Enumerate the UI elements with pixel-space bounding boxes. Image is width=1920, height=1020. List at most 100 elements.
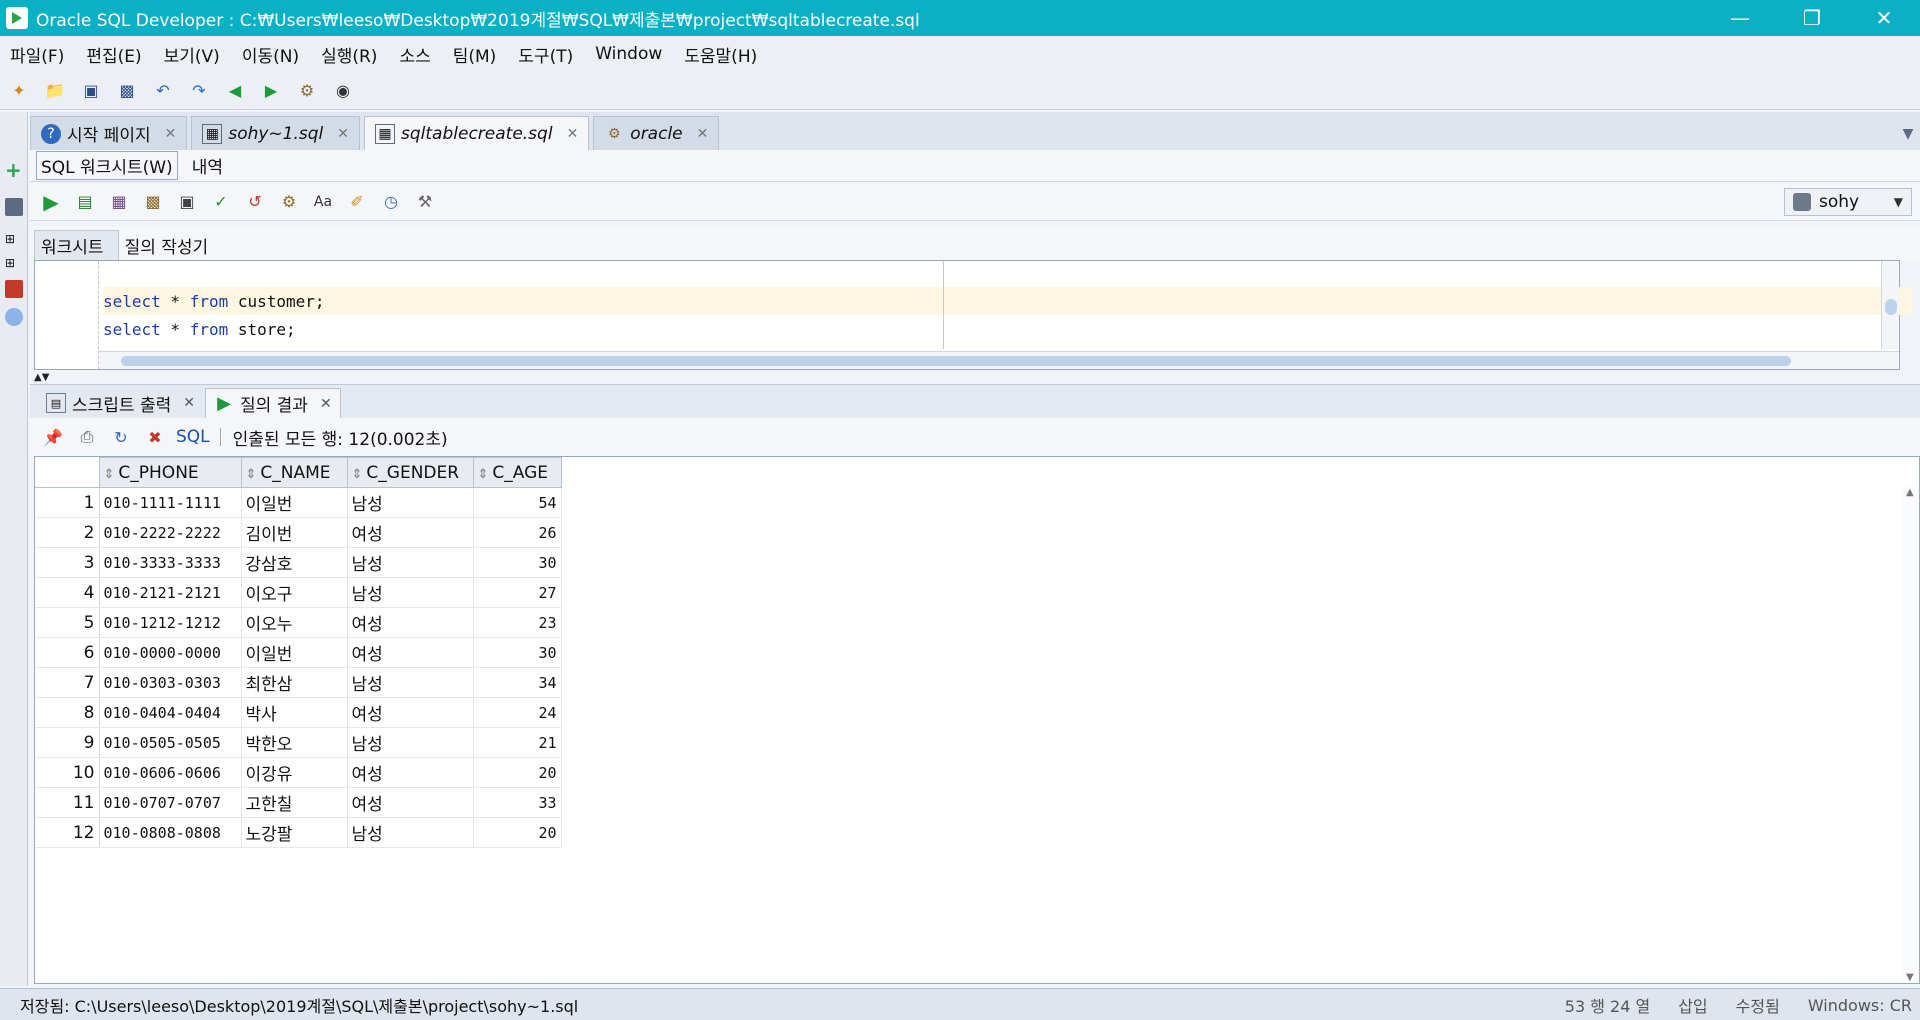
new-file-icon[interactable]: ✦: [6, 78, 32, 104]
table-row[interactable]: 1 010-1111-1111 이일번 남성 54: [35, 487, 562, 518]
cell-c-name[interactable]: 이오구: [241, 577, 348, 608]
cell-c-age[interactable]: 26: [473, 517, 562, 548]
table-row[interactable]: 6 010-0000-0000 이일번 여성 30: [35, 637, 562, 668]
restore-button[interactable]: ❐: [1776, 0, 1848, 36]
table-row[interactable]: 4 010-2121-2121 이오구 남성 27: [35, 577, 562, 608]
print-icon[interactable]: ⎙: [74, 424, 100, 450]
autotrace-icon[interactable]: ▩: [140, 189, 166, 215]
table-row[interactable]: 12 010-0808-0808 노강팔 남성 20: [35, 817, 562, 848]
editor-horizontal-scrollbar[interactable]: [99, 351, 1899, 369]
close-tab-icon[interactable]: ✕: [567, 126, 579, 142]
save-icon[interactable]: ▣: [78, 78, 104, 104]
table-row[interactable]: 7 010-0303-0303 최한삼 남성 34: [35, 667, 562, 698]
cell-c-name[interactable]: 이일번: [241, 637, 348, 668]
close-tab-icon[interactable]: ✕: [183, 395, 195, 411]
menu-view[interactable]: 보기(V): [164, 42, 220, 67]
explain-plan-icon[interactable]: ▦: [106, 189, 132, 215]
forward-icon[interactable]: ▶: [258, 78, 284, 104]
scroll-down-icon[interactable]: ▼: [1906, 972, 1914, 983]
tab-start-page[interactable]: ? 시작 페이지 ✕: [30, 116, 188, 150]
code-line[interactable]: select * from store;: [103, 315, 1913, 343]
cell-c-name[interactable]: 박한오: [241, 727, 348, 758]
close-tab-icon[interactable]: ✕: [165, 126, 177, 142]
cell-c-gender[interactable]: 남성: [347, 577, 474, 608]
pin-icon[interactable]: 📌: [40, 424, 66, 450]
grid-vertical-scrollbar[interactable]: ▲ ▼: [1903, 487, 1919, 983]
cell-c-phone[interactable]: 010-0404-0404: [99, 697, 242, 728]
tab-sqltablecreate-sql[interactable]: ▦ sqltablecreate.sql ✕: [364, 116, 590, 150]
table-row[interactable]: 8 010-0404-0404 박사 여성 24: [35, 697, 562, 728]
redo-icon[interactable]: ↷: [186, 78, 212, 104]
run-statement-icon[interactable]: ▶: [38, 189, 64, 215]
cell-c-gender[interactable]: 남성: [347, 667, 474, 698]
sql-editor[interactable]: select * from customer; select * from st…: [34, 260, 1913, 370]
menu-navigate[interactable]: 이동(N): [242, 42, 299, 67]
cell-c-gender[interactable]: 여성: [347, 697, 474, 728]
back-icon[interactable]: ◀: [222, 78, 248, 104]
table-row[interactable]: 5 010-1212-1212 이오누 여성 23: [35, 607, 562, 638]
cell-c-name[interactable]: 김이번: [241, 517, 348, 548]
cell-c-gender[interactable]: 여성: [347, 607, 474, 638]
tab-worksheet[interactable]: 워크시트: [34, 230, 119, 260]
tab-sql-worksheet[interactable]: SQL 워크시트(W): [36, 151, 178, 180]
cell-c-age[interactable]: 20: [473, 817, 562, 848]
tabs-dropdown-icon[interactable]: ▼: [1896, 122, 1920, 146]
cell-c-age[interactable]: 54: [473, 487, 562, 518]
close-tab-icon[interactable]: ✕: [337, 126, 349, 142]
cell-c-gender[interactable]: 남성: [347, 547, 474, 578]
sql-history-icon[interactable]: ◷: [378, 189, 404, 215]
run-script-icon[interactable]: ▤: [72, 189, 98, 215]
cell-c-gender[interactable]: 남성: [347, 487, 474, 518]
cloud-icon[interactable]: [5, 308, 23, 326]
cell-c-age[interactable]: 30: [473, 637, 562, 668]
close-button[interactable]: ✕: [1848, 0, 1920, 36]
database-icon[interactable]: [5, 198, 23, 216]
cell-c-name[interactable]: 최한삼: [241, 667, 348, 698]
close-tab-icon[interactable]: ✕: [320, 396, 332, 412]
cell-c-name[interactable]: 이오누: [241, 607, 348, 638]
table-row[interactable]: 10 010-0606-0606 이강유 여성 20: [35, 757, 562, 788]
tools-icon[interactable]: ⚒: [412, 189, 438, 215]
menu-file[interactable]: 파일(F): [10, 42, 64, 67]
cell-c-age[interactable]: 27: [473, 577, 562, 608]
tab-query-builder[interactable]: 질의 작성기: [119, 230, 223, 260]
expand-node-icon[interactable]: ⊞: [5, 232, 23, 250]
cell-c-age[interactable]: 34: [473, 667, 562, 698]
cell-c-phone[interactable]: 010-0707-0707: [99, 787, 242, 818]
editor-vertical-scrollbar[interactable]: [1881, 261, 1899, 349]
tab-query-result[interactable]: ▶ 질의 결과 ✕: [204, 388, 341, 418]
column-header-c-gender[interactable]: ⇕ C_GENDER: [346, 457, 474, 488]
cell-c-gender[interactable]: 여성: [347, 517, 474, 548]
cell-c-name[interactable]: 노강팔: [241, 817, 348, 848]
cell-c-phone[interactable]: 010-2121-2121: [99, 577, 242, 608]
format-icon[interactable]: Aa: [310, 189, 336, 215]
cell-c-gender[interactable]: 남성: [347, 817, 474, 848]
menu-run[interactable]: 실행(R): [321, 42, 377, 67]
scrollbar-thumb[interactable]: [1885, 299, 1897, 315]
scrollbar-thumb[interactable]: [121, 356, 1791, 366]
commit-icon[interactable]: ✓: [208, 189, 234, 215]
cell-c-age[interactable]: 24: [473, 697, 562, 728]
sql-connection-icon[interactable]: ⚙: [294, 78, 320, 104]
tab-sohy-sql[interactable]: ▦ sohy~1.sql ✕: [191, 116, 361, 150]
cell-c-name[interactable]: 박사: [241, 697, 348, 728]
sql-link[interactable]: SQL: [176, 427, 210, 447]
close-tab-icon[interactable]: ✕: [697, 126, 709, 142]
cell-c-phone[interactable]: 010-0808-0808: [99, 817, 242, 848]
cell-c-age[interactable]: 33: [473, 787, 562, 818]
cell-c-phone[interactable]: 010-1111-1111: [99, 487, 242, 518]
cell-c-phone[interactable]: 010-0000-0000: [99, 637, 242, 668]
tab-script-output[interactable]: ▤ 스크립트 출력 ✕: [38, 388, 203, 418]
binoculars-icon[interactable]: ◉: [330, 78, 356, 104]
cell-c-age[interactable]: 30: [473, 547, 562, 578]
line-ending[interactable]: Windows: CR: [1808, 996, 1912, 1015]
cell-c-phone[interactable]: 010-3333-3333: [99, 547, 242, 578]
expand-node-icon[interactable]: ⊞: [5, 256, 23, 274]
cell-c-name[interactable]: 강삼호: [241, 547, 348, 578]
cell-c-gender[interactable]: 남성: [347, 727, 474, 758]
cell-c-phone[interactable]: 010-0303-0303: [99, 667, 242, 698]
menu-tools[interactable]: 도구(T): [518, 42, 573, 67]
insert-mode[interactable]: 삽입: [1678, 993, 1707, 1017]
cell-c-gender[interactable]: 여성: [347, 757, 474, 788]
cell-c-name[interactable]: 이일번: [241, 487, 348, 518]
